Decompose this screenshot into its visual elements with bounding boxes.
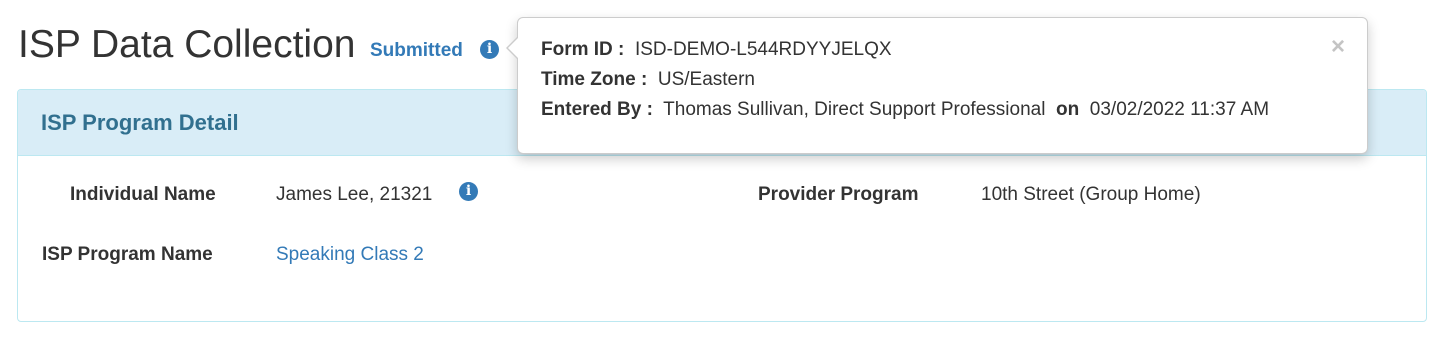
provider-program-label: Provider Program <box>758 184 919 205</box>
individual-name-label: Individual Name <box>70 184 216 205</box>
info-icon[interactable]: i <box>480 40 499 59</box>
isp-program-name-label: ISP Program Name <box>42 244 213 265</box>
provider-program-value: 10th Street (Group Home) <box>981 184 1201 205</box>
entered-by-row: Entered By : Thomas Sullivan, Direct Sup… <box>541 98 1269 122</box>
close-button[interactable]: × <box>1331 34 1345 60</box>
entered-on-value: 03/02/2022 11:37 AM <box>1089 99 1270 120</box>
form-id-value: ISD-DEMO-L544RDYYJELQX <box>634 39 892 60</box>
time-zone-row: Time Zone : US/Eastern <box>541 68 755 92</box>
time-zone-label: Time Zone : <box>541 69 648 90</box>
entered-by-value: Thomas Sullivan, Direct Support Professi… <box>663 99 1046 120</box>
isp-program-name-link[interactable]: Speaking Class 2 <box>276 243 424 267</box>
form-id-label: Form ID : <box>541 39 625 60</box>
form-info-popover: Form ID : ISD-DEMO-L544RDYYJELQX Time Zo… <box>506 17 1368 154</box>
popover-arrow-inner <box>508 37 519 59</box>
form-id-row: Form ID : ISD-DEMO-L544RDYYJELQX <box>541 38 892 62</box>
entered-by-label: Entered By : <box>541 99 653 120</box>
status-badge: Submitted <box>370 40 463 61</box>
panel-title: ISP Program Detail <box>41 110 239 135</box>
time-zone-value: US/Eastern <box>657 69 755 90</box>
individual-name-value: James Lee, 21321 <box>276 184 433 205</box>
page-title: ISP Data Collection <box>18 23 356 66</box>
individual-info-icon[interactable]: i <box>459 182 478 201</box>
on-label: on <box>1056 99 1080 120</box>
